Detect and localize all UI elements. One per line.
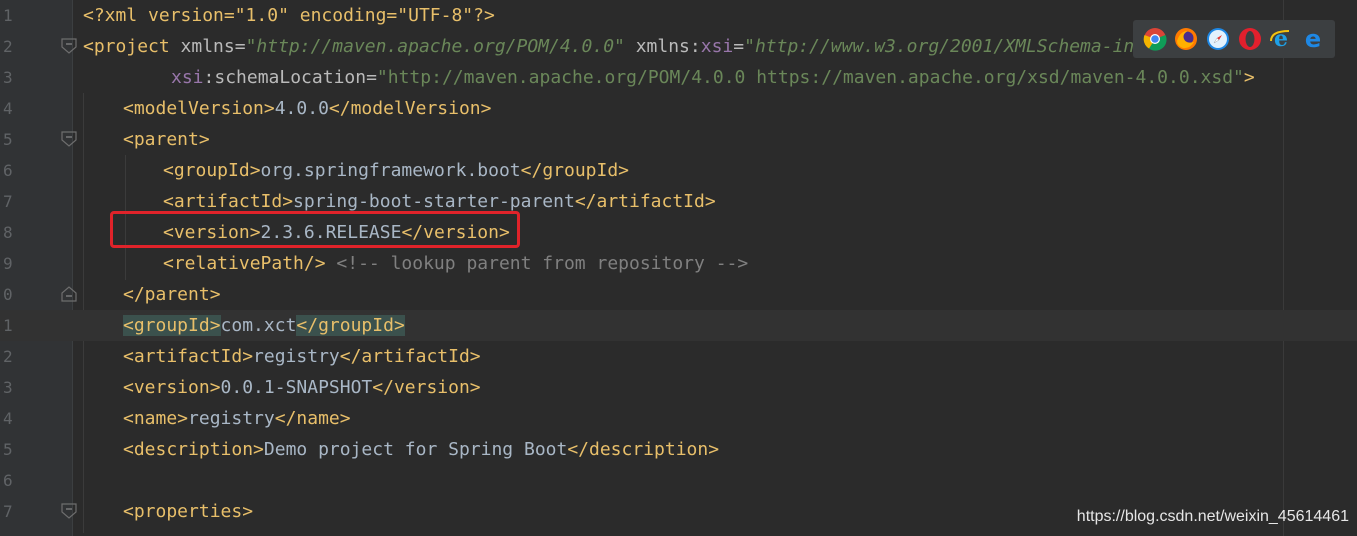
line-number: 7 bbox=[3, 502, 13, 521]
parent-open-tag: <parent> bbox=[123, 129, 210, 150]
chrome-icon[interactable] bbox=[1143, 27, 1167, 51]
line-number: 1 bbox=[3, 316, 13, 335]
line-number: 3 bbox=[3, 68, 13, 87]
code-line[interactable]: 0 </parent> bbox=[0, 279, 1357, 310]
code-line[interactable]: 5 <description>Demo project for Spring B… bbox=[0, 434, 1357, 465]
code-line[interactable]: 3 xsi:schemaLocation="http://maven.apach… bbox=[0, 62, 1357, 93]
group-id-element: <groupId>com.xct</groupId> bbox=[123, 315, 405, 336]
opera-icon[interactable] bbox=[1238, 27, 1262, 51]
code-line[interactable]: 6 <groupId>org.springframework.boot</gro… bbox=[0, 155, 1357, 186]
edge-icon[interactable]: e bbox=[1301, 27, 1325, 51]
line-number: 2 bbox=[3, 37, 13, 56]
line-number: 7 bbox=[3, 192, 13, 211]
line-number: 9 bbox=[3, 254, 13, 273]
matched-tag-close: </groupId> bbox=[296, 315, 405, 336]
fold-arrow-icon[interactable] bbox=[61, 503, 77, 519]
matched-tag-open: <groupId> bbox=[123, 315, 221, 336]
line-number: 4 bbox=[3, 99, 13, 118]
highlight-annotation-box bbox=[110, 211, 520, 248]
description-element: <description>Demo project for Spring Boo… bbox=[123, 439, 720, 460]
project-open-tag: <project xmlns="http://maven.apache.org/… bbox=[83, 36, 1211, 57]
xml-declaration: <?xml version="1.0" encoding="UTF-8"?> bbox=[83, 5, 495, 26]
code-editor[interactable]: 1 <?xml version="1.0" encoding="UTF-8"?>… bbox=[0, 0, 1357, 536]
schema-location-attr: xsi:schemaLocation="http://maven.apache.… bbox=[171, 67, 1255, 88]
artifact-id-element: <artifactId>registry</artifactId> bbox=[123, 346, 481, 367]
version-element: <version>0.0.1-SNAPSHOT</version> bbox=[123, 377, 481, 398]
code-line[interactable]: 3 <version>0.0.1-SNAPSHOT</version> bbox=[0, 372, 1357, 403]
code-line[interactable]: 9 <relativePath/> <!-- lookup parent fro… bbox=[0, 248, 1357, 279]
code-line[interactable]: 6 bbox=[0, 465, 1357, 496]
firefox-icon[interactable] bbox=[1174, 27, 1198, 51]
fold-arrow-icon[interactable] bbox=[61, 286, 77, 302]
watermark-text: https://blog.csdn.net/weixin_45614461 bbox=[1076, 508, 1349, 525]
code-line[interactable]: 5 <parent> bbox=[0, 124, 1357, 155]
fold-arrow-icon[interactable] bbox=[61, 131, 77, 147]
safari-icon[interactable] bbox=[1206, 27, 1230, 51]
code-line[interactable]: 4 <name>registry</name> bbox=[0, 403, 1357, 434]
line-number: 4 bbox=[3, 409, 13, 428]
parent-close-tag: </parent> bbox=[123, 284, 221, 305]
code-line[interactable]: 2 <artifactId>registry</artifactId> bbox=[0, 341, 1357, 372]
model-version-element: <modelVersion>4.0.0</modelVersion> bbox=[123, 98, 492, 119]
line-number: 6 bbox=[3, 161, 13, 180]
line-number: 5 bbox=[3, 130, 13, 149]
line-number: 5 bbox=[3, 440, 13, 459]
line-number: 2 bbox=[3, 347, 13, 366]
code-line-current[interactable]: 1 <groupId>com.xct</groupId> bbox=[0, 310, 1357, 341]
ie-icon[interactable]: e bbox=[1269, 27, 1293, 51]
browser-preview-toolbar: e e bbox=[1133, 20, 1335, 58]
line-number: 6 bbox=[3, 471, 13, 490]
line-number: 1 bbox=[3, 6, 13, 25]
line-number: 3 bbox=[3, 378, 13, 397]
line-number: 8 bbox=[3, 223, 13, 242]
svg-text:e: e bbox=[1305, 27, 1321, 51]
line-number: 0 bbox=[3, 285, 13, 304]
parent-group-id-element: <groupId>org.springframework.boot</group… bbox=[163, 160, 630, 181]
properties-open-tag: <properties> bbox=[123, 501, 254, 522]
relative-path-element: <relativePath/> <!-- lookup parent from … bbox=[163, 253, 749, 274]
fold-arrow-icon[interactable] bbox=[61, 38, 77, 54]
code-line[interactable]: 4 <modelVersion>4.0.0</modelVersion> bbox=[0, 93, 1357, 124]
name-element: <name>registry</name> bbox=[123, 408, 351, 429]
